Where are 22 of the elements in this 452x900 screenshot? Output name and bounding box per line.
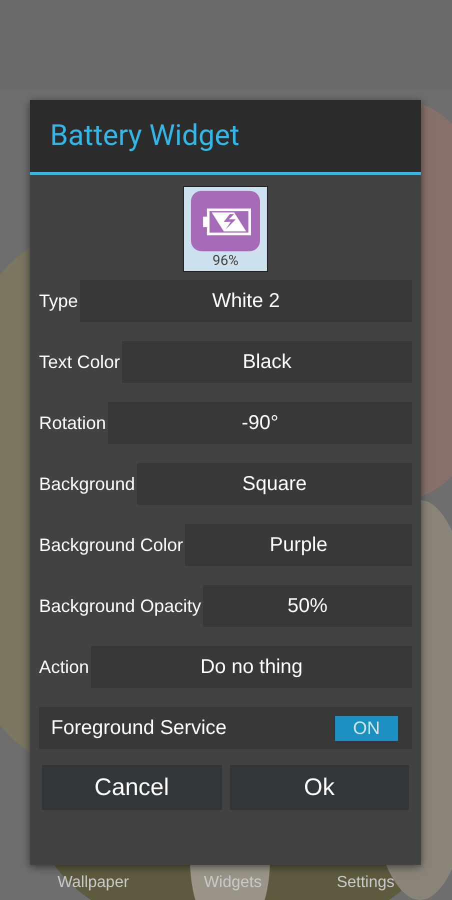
setting-value-button[interactable]: -90° — [108, 402, 412, 444]
setting-label: Rotation — [39, 412, 106, 434]
nav-label[interactable]: Wallpaper — [57, 874, 129, 892]
setting-label: Type — [39, 290, 78, 312]
setting-value-button[interactable]: 50% — [203, 585, 412, 627]
dialog-title: Battery Widget — [50, 119, 240, 153]
setting-value-button[interactable]: Purple — [185, 524, 412, 566]
setting-value-button[interactable]: Do no thing — [91, 646, 412, 688]
setting-value-button[interactable]: White 2 — [80, 280, 412, 322]
setting-label: Background — [39, 474, 136, 494]
nav-label[interactable]: Settings — [336, 874, 394, 892]
setting-label: Action — [39, 656, 90, 678]
battery-percent: 96% — [212, 253, 238, 269]
setting-label: Text Color — [39, 352, 120, 372]
setting-label: Background Opacity — [39, 596, 202, 616]
setting-value-button[interactable]: Black — [122, 341, 412, 383]
setting-value-button[interactable]: Square — [137, 463, 412, 505]
dialog-button[interactable]: Ok — [230, 765, 409, 810]
foreground-service-label: Foreground Service — [51, 716, 227, 740]
dialog-button[interactable]: Cancel — [42, 765, 222, 810]
battery-charging-icon — [191, 189, 260, 253]
setting-label: Background Color — [39, 534, 184, 556]
